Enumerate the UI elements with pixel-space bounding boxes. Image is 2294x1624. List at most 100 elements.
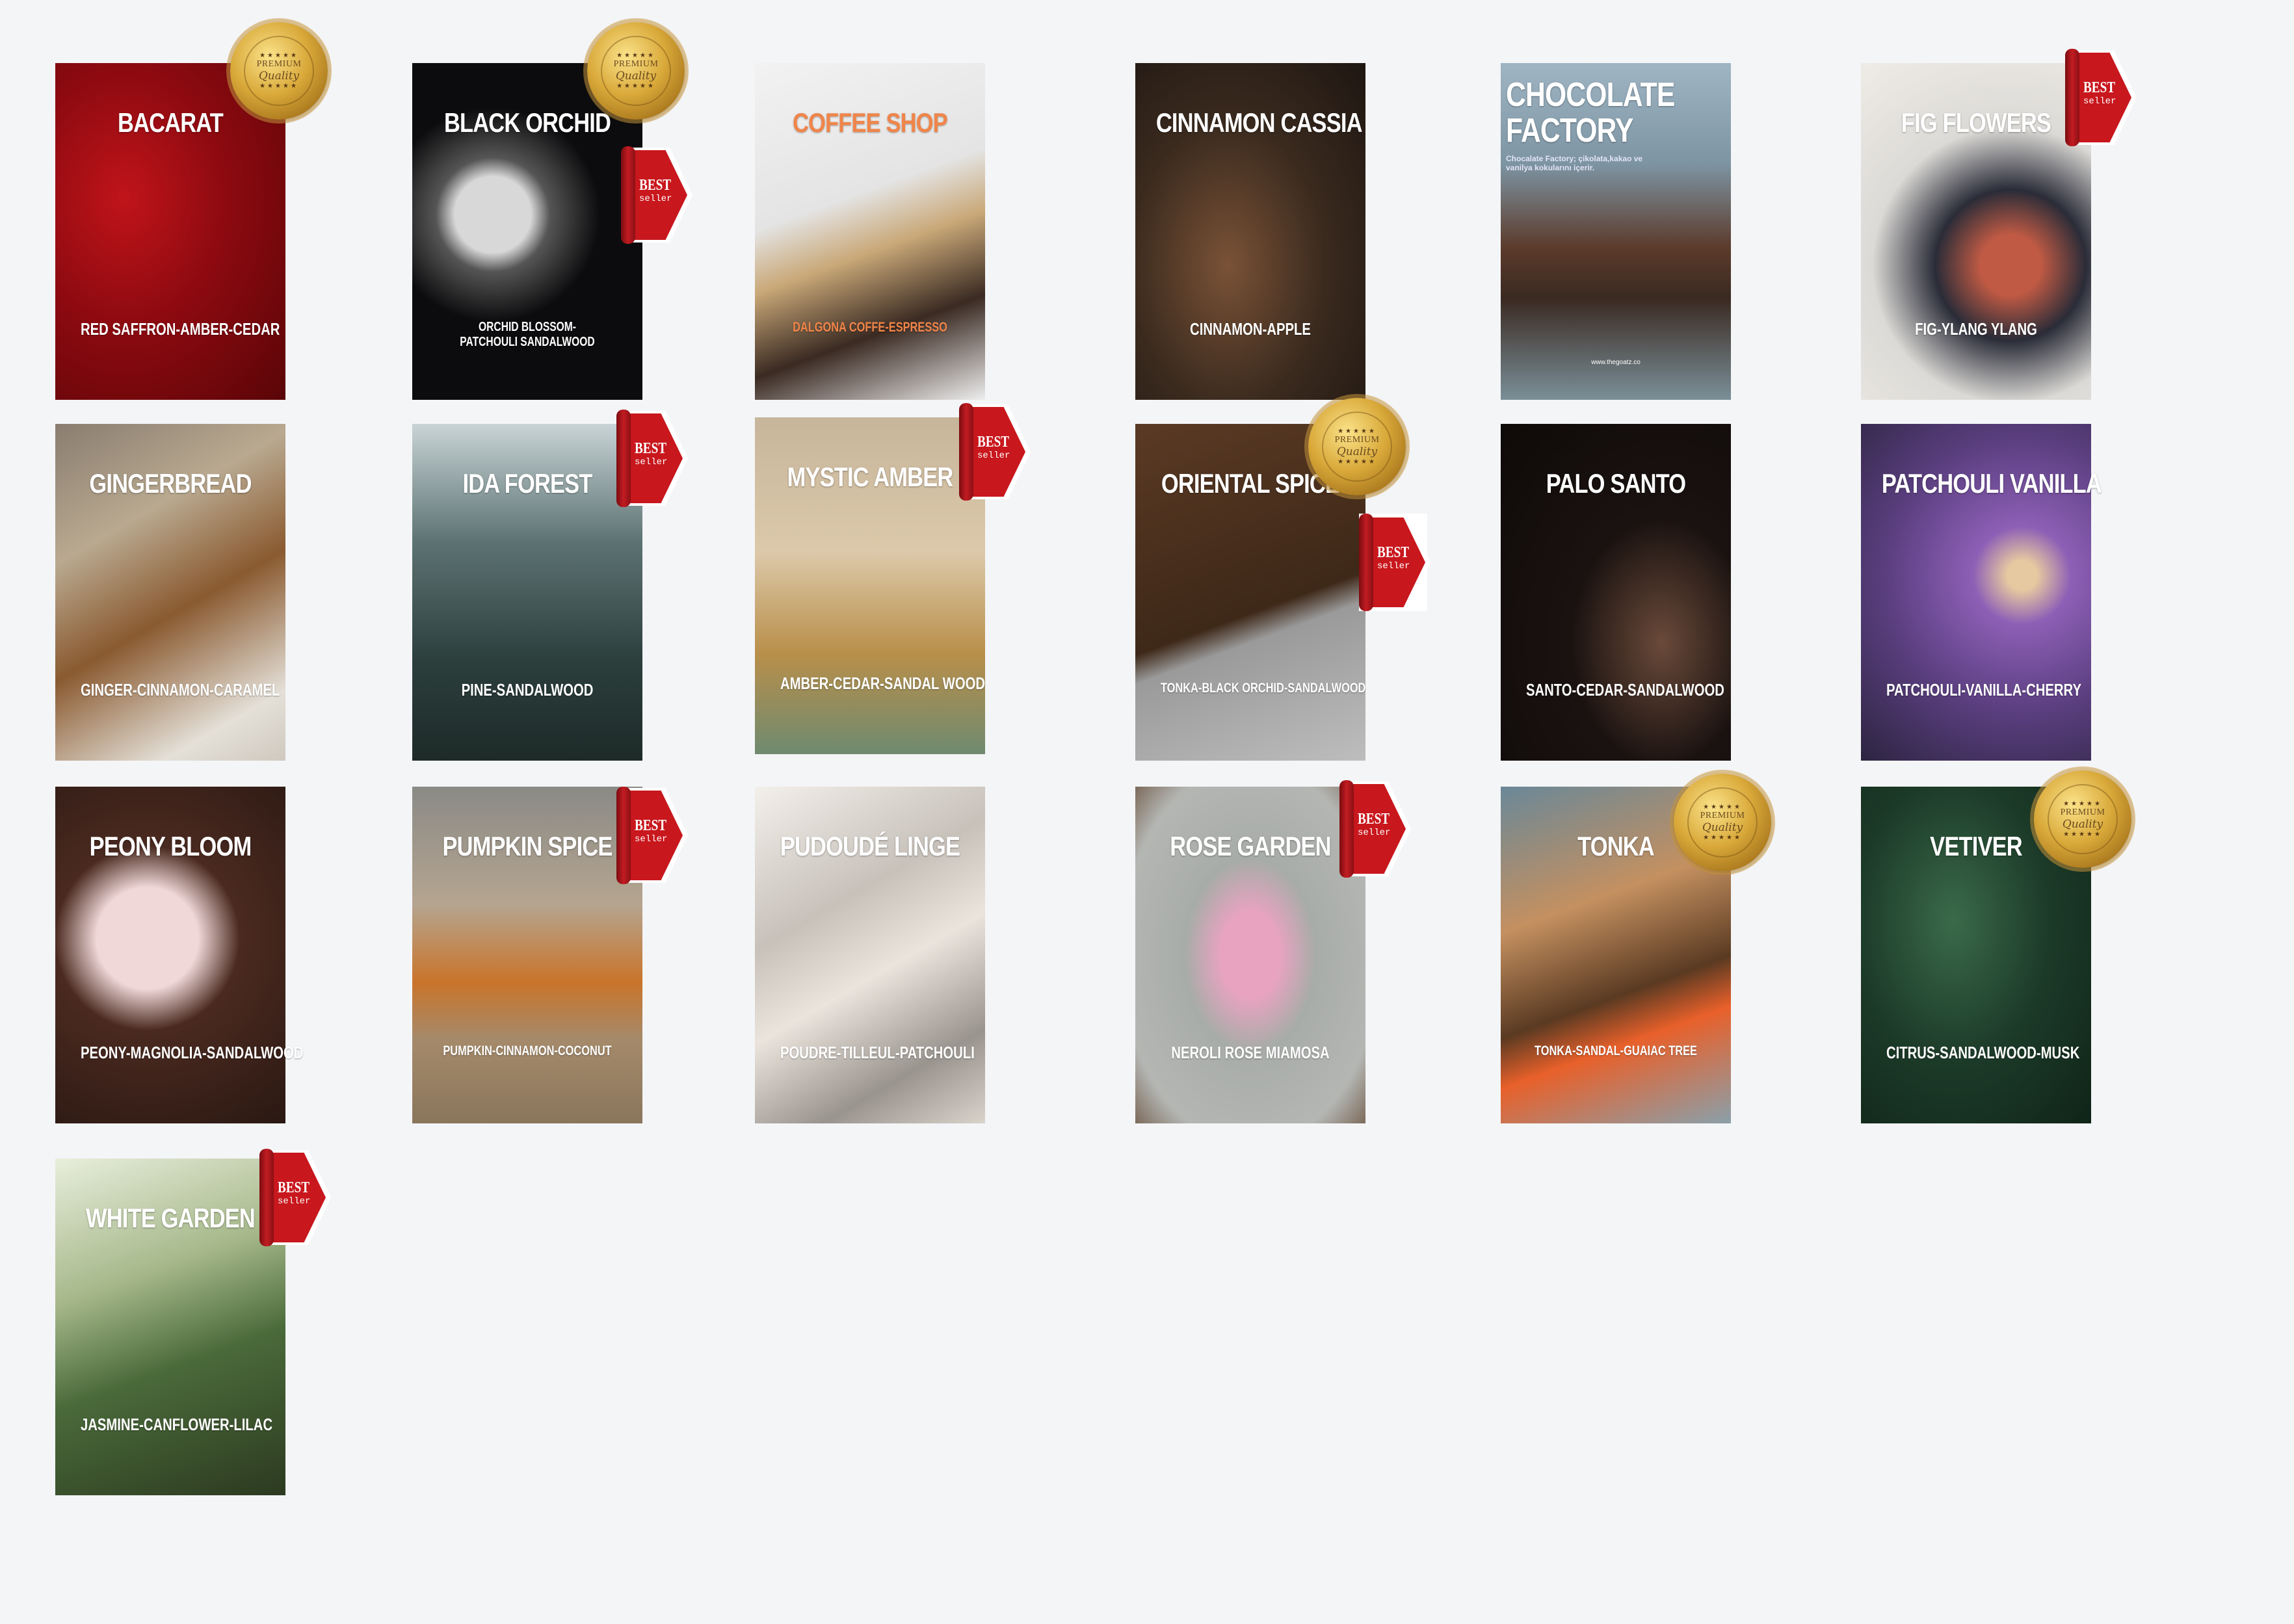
best-label: BEST (278, 1179, 310, 1196)
quality-label: Quality (1702, 821, 1743, 834)
premium-quality-seal-icon: ★★★★★ PREMIUM Quality ★★★★★ (587, 22, 685, 120)
stars-icon: ★★★★★ (616, 52, 655, 59)
seller-label: seller (1358, 828, 1391, 838)
product-notes: PATCHOULI-VANILLA-CHERRY (1886, 680, 2081, 700)
product-title: PATCHOULI VANILLA (1881, 468, 2102, 499)
product-card-pumpkin-spice[interactable]: PUMPKIN SPICE PUMPKIN-CINNAMON-COCONUT B… (412, 787, 688, 1123)
product-card-pudoude-linge[interactable]: PUDOUDÉ LINGE POUDRE-TILLEUL-PATCHOULI (755, 787, 985, 1123)
product-title: MYSTIC AMBER (787, 462, 954, 492)
product-title: IDA FOREST (462, 468, 592, 499)
product-title: PALO SANTO (1546, 468, 1686, 499)
premium-quality-seal-icon: ★★★★★ PREMIUM Quality ★★★★★ (2034, 770, 2131, 868)
product-title: PEONY BLOOM (89, 831, 252, 861)
stars-icon: ★★★★★ (2063, 831, 2102, 838)
stars-icon: ★★★★★ (259, 52, 298, 59)
seller-label: seller (635, 457, 668, 467)
product-card-bacarat[interactable]: BACARAT RED SAFFRON-AMBER-CEDAR ★★★★★ PRE… (55, 22, 328, 400)
quality-label: Quality (258, 70, 300, 83)
best-seller-ribbon-icon: BEST seller (621, 146, 692, 244)
best-label: BEST (1358, 811, 1390, 828)
best-label: BEST (2083, 79, 2116, 96)
product-title: ROSE GARDEN (1170, 831, 1331, 861)
product-card-chocolate-factory[interactable]: CHOCOLATE FACTORY Chocalate Factory; çik… (1501, 63, 1731, 400)
product-notes: TONKA-SANDAL-GUAIAC TREE (1535, 1043, 1697, 1058)
product-card-coffee-shop[interactable]: COFFEE SHOP DALGONA COFFE-ESPRESSO (755, 63, 985, 400)
premium-quality-seal-icon: ★★★★★ PREMIUM Quality ★★★★★ (230, 22, 328, 120)
product-card-palo-santo[interactable]: PALO SANTO SANTO-CEDAR-SANDALWOOD (1501, 424, 1731, 761)
product-card-rose-garden[interactable]: ROSE GARDEN NEROLI ROSE MIAMOSA BEST sel… (1135, 780, 1411, 1123)
product-title: BACARAT (118, 107, 224, 138)
premium-label: PREMIUM (1334, 435, 1380, 445)
stars-icon: ★★★★★ (1338, 458, 1377, 465)
product-card-fig-flowers[interactable]: FIG FLOWERS FIG-YLANG YLANG BEST seller (1861, 49, 2137, 400)
premium-quality-seal-icon: ★★★★★ PREMIUM Quality ★★★★★ (1308, 398, 1406, 495)
stars-icon: ★★★★★ (1703, 834, 1742, 841)
product-card-cinnamon-cassia[interactable]: CINNAMON CASSIA CINNAMON-APPLE (1135, 63, 1365, 400)
product-title: CHOCOLATE FACTORY (1506, 76, 1675, 150)
product-notes: JASMINE-CANFLOWER-LILAC (80, 1415, 273, 1434)
best-seller-ribbon-icon: BEST seller (2065, 49, 2137, 146)
best-seller-ribbon-icon: BEST seller (1359, 514, 1430, 611)
product-title: COFFEE SHOP (793, 107, 948, 138)
product-card-patchouli-vanilla[interactable]: PATCHOULI VANILLA PATCHOULI-VANILLA-CHER… (1861, 424, 2102, 761)
product-description: Chocalate Factory; çikolata,kakao ve van… (1506, 154, 1643, 172)
product-card-white-garden[interactable]: WHITE GARDEN JASMINE-CANFLOWER-LILAC BES… (55, 1149, 331, 1495)
product-notes: GINGER-CINNAMON-CARAMEL (80, 680, 280, 700)
quality-label: Quality (2062, 818, 2103, 831)
product-card-peony-bloom[interactable]: PEONY BLOOM PEONY-MAGNOLIA-SANDALWOOD (55, 787, 304, 1123)
best-label: BEST (639, 177, 672, 194)
website-link[interactable]: www.thegoatz.co (1501, 359, 1731, 366)
product-title: PUDOUDÉ LINGE (780, 831, 960, 861)
product-title: GINGERBREAD (89, 468, 252, 499)
premium-label: PREMIUM (2060, 807, 2105, 817)
product-notes: ORCHID BLOSSOM-PATCHOULI SANDALWOOD (460, 320, 595, 349)
product-notes: RED SAFFRON-AMBER-CEDAR (80, 319, 280, 339)
best-seller-ribbon-icon: BEST seller (259, 1149, 331, 1246)
product-notes: CINNAMON-APPLE (1190, 319, 1311, 339)
best-label: BEST (977, 434, 1010, 451)
product-notes: PINE-SANDALWOOD (461, 680, 594, 700)
best-label: BEST (635, 817, 667, 834)
best-seller-ribbon-icon: BEST seller (959, 403, 1031, 501)
product-notes: CITRUS-SANDALWOOD-MUSK (1886, 1043, 2080, 1062)
premium-label: PREMIUM (613, 59, 659, 69)
stars-icon: ★★★★★ (2063, 800, 2102, 807)
stars-icon: ★★★★★ (1338, 428, 1377, 435)
product-card-vetiver[interactable]: VETIVER CITRUS-SANDALWOOD-MUSK ★★★★★ PREM… (1861, 770, 2131, 1123)
product-card-mystic-amber[interactable]: MYSTIC AMBER AMBER-CEDAR-SANDAL WOOD BES… (755, 403, 1031, 754)
product-card-ida-forest[interactable]: IDA FOREST PINE-SANDALWOOD BEST seller (412, 410, 688, 761)
product-title: FIG FLOWERS (1901, 107, 2051, 138)
product-card-gingerbread[interactable]: GINGERBREAD GINGER-CINNAMON-CARAMEL (55, 424, 285, 761)
product-title: WHITE GARDEN (86, 1203, 256, 1233)
stars-icon: ★★★★★ (1703, 804, 1742, 811)
premium-quality-seal-icon: ★★★★★ PREMIUM Quality ★★★★★ (1674, 774, 1771, 871)
quality-label: Quality (1336, 445, 1378, 458)
product-notes: AMBER-CEDAR-SANDAL WOOD (780, 674, 986, 693)
product-card-tonka[interactable]: TONKA TONKA-SANDAL-GUAIAC TREE ★★★★★ PREM… (1501, 774, 1771, 1123)
seller-label: seller (639, 194, 672, 204)
product-notes: PEONY-MAGNOLIA-SANDALWOOD (80, 1043, 304, 1062)
product-notes: POUDRE-TILLEUL-PATCHOULI (780, 1043, 975, 1062)
seller-label: seller (635, 834, 668, 845)
stars-icon: ★★★★★ (259, 83, 298, 90)
product-card-oriental-spice[interactable]: ORIENTAL SPICE TONKA-BLACK ORCHID-SANDAL… (1135, 398, 1430, 761)
premium-label: PREMIUM (256, 59, 302, 69)
best-label: BEST (1377, 544, 1410, 561)
best-seller-ribbon-icon: BEST seller (616, 410, 688, 507)
best-label: BEST (635, 440, 667, 457)
product-notes: NEROLI ROSE MIAMOSA (1171, 1043, 1330, 1062)
product-title: BLACK ORCHID (443, 107, 611, 138)
product-card-black-orchid[interactable]: BLACK ORCHID ORCHID BLOSSOM-PATCHOULI SA… (412, 22, 692, 400)
seller-label: seller (2083, 96, 2116, 107)
seller-label: seller (1377, 561, 1410, 571)
stars-icon: ★★★★★ (616, 83, 655, 90)
product-title: CINNAMON CASSIA (1155, 107, 1363, 138)
best-seller-ribbon-icon: BEST seller (616, 787, 688, 884)
product-notes: SANTO-CEDAR-SANDALWOOD (1525, 680, 1724, 700)
premium-label: PREMIUM (1700, 811, 1745, 820)
product-notes: DALGONA COFFE-ESPRESSO (793, 320, 947, 335)
seller-label: seller (977, 451, 1010, 461)
product-notes: FIG-YLANG YLANG (1915, 319, 2037, 339)
quality-label: Quality (615, 70, 657, 83)
product-notes: TONKA-BLACK ORCHID-SANDALWOOD (1160, 681, 1366, 696)
